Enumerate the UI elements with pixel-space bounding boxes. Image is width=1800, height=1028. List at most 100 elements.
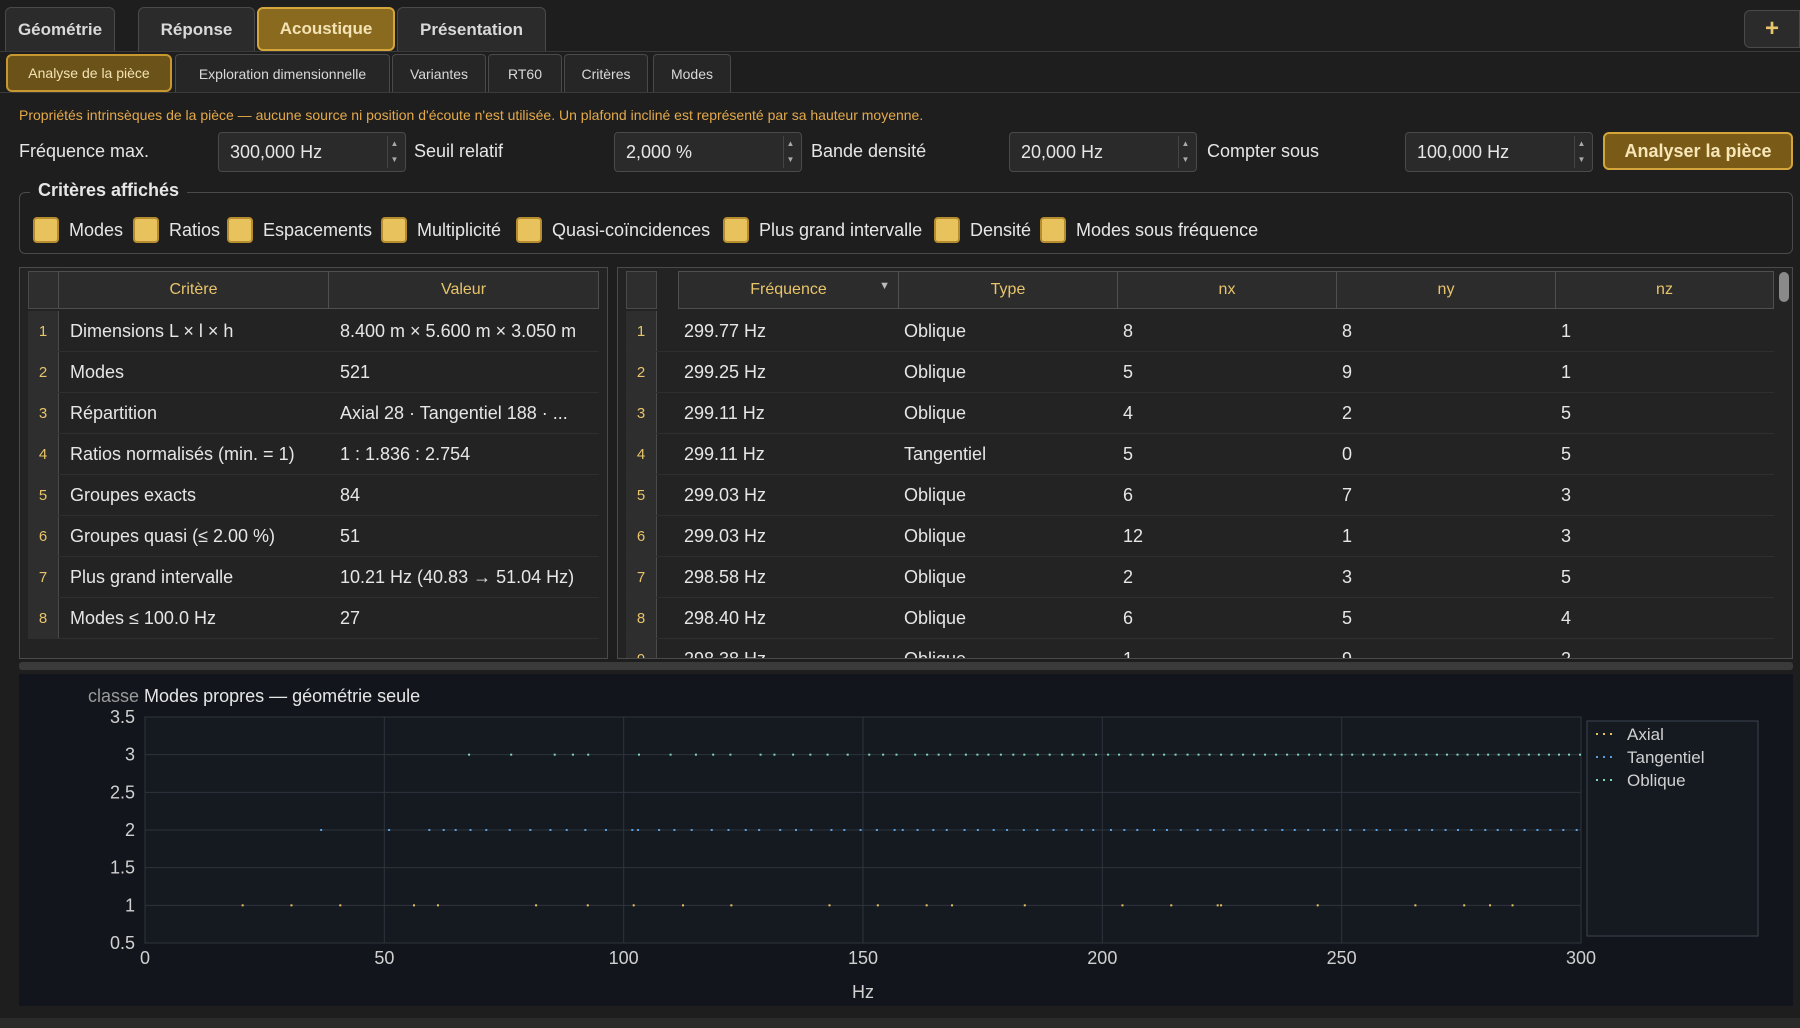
data-point-oblique [1197,753,1200,756]
data-point-tangentiel [1153,829,1156,831]
data-point-axial [241,904,244,907]
data-point-oblique [1208,753,1211,756]
data-point-tangentiel [1092,829,1095,831]
legend-label: Axial [1627,725,1664,744]
y-tick-label: 3.5 [110,707,135,727]
data-point-oblique [1141,753,1144,756]
data-point-oblique [571,753,574,756]
data-point-oblique [809,753,812,756]
data-point-oblique [1107,753,1110,756]
x-tick-label: 150 [848,948,878,968]
data-point-oblique [964,753,967,756]
x-tick-label: 300 [1566,948,1596,968]
data-point-oblique [1071,753,1074,756]
y-tick-label: 0.5 [110,933,135,953]
data-point-tangentiel [744,829,747,831]
data-point-tangentiel [1562,829,1565,831]
data-point-tangentiel [320,829,323,831]
x-tick-label: 0 [140,948,150,968]
data-point-oblique [1242,753,1245,756]
data-point-tangentiel [1349,829,1352,831]
data-point-oblique [637,753,640,756]
data-point-tangentiel [992,829,995,831]
data-point-tangentiel [1022,829,1025,831]
modes-scatter-chart[interactable]: 0 50 100 150 200 250 300 0.5 1 1.5 2 2.5 3 3.5 Hz Axial… [0,0,1800,1028]
data-point-oblique [1497,753,1500,756]
data-point-tangentiel [428,829,431,831]
data-point-oblique [1095,753,1098,756]
data-point-axial [1463,904,1466,907]
data-point-oblique [1340,753,1343,756]
data-point-oblique [1230,753,1233,756]
data-point-oblique [1362,753,1365,756]
data-point-axial [1170,904,1173,907]
data-point-axial [1220,904,1223,907]
data-point-oblique [1275,753,1278,756]
data-point-oblique [1118,753,1121,756]
data-point-oblique [1372,753,1375,756]
data-point-oblique [712,753,715,756]
data-point-oblique [1404,753,1407,756]
data-point-axial [339,904,342,907]
data-point-axial [1121,904,1124,907]
data-point-tangentiel [1209,829,1212,831]
data-point-oblique [882,753,885,756]
data-point-axial [586,904,589,907]
data-point-oblique [949,753,952,756]
data-point-oblique [1487,753,1490,756]
data-point-oblique [1048,753,1051,756]
data-point-oblique [669,753,672,756]
data-point-oblique [976,753,979,756]
data-point-oblique [1329,753,1332,756]
data-point-oblique [1383,753,1386,756]
legend-label: Oblique [1627,771,1686,790]
data-point-tangentiel [1510,829,1513,831]
data-point-oblique [937,753,940,756]
data-point-tangentiel [893,829,896,831]
data-point-axial [535,904,538,907]
data-point-tangentiel [1065,829,1068,831]
data-point-oblique [729,753,732,756]
data-point-oblique [1456,753,1459,756]
data-point-tangentiel [1363,829,1366,831]
data-point-tangentiel [963,829,966,831]
data-point-tangentiel [794,829,797,831]
data-point-axial [1414,904,1417,907]
y-tick-label: 2.5 [110,782,135,802]
data-point-axial [682,904,685,907]
data-point-oblique [1152,753,1155,756]
data-point-oblique [587,753,590,756]
data-point-tangentiel [875,829,878,831]
data-point-tangentiel [1575,829,1578,831]
data-point-tangentiel [1523,829,1526,831]
data-point-tangentiel [830,829,833,831]
data-point-oblique [1425,753,1428,756]
y-tick-label: 2 [125,820,135,840]
data-point-tangentiel [1123,829,1126,831]
data-point-axial [925,904,928,907]
data-point-tangentiel [758,829,761,831]
data-point-axial [1023,904,1026,907]
data-point-tangentiel [1136,829,1139,831]
x-axis-label: Hz [852,982,874,1002]
data-point-tangentiel [1496,829,1499,831]
data-point-axial [828,904,831,907]
data-point-axial [413,904,416,907]
data-point-tangentiel [1293,829,1296,831]
data-point-tangentiel [469,829,472,831]
status-bar [0,1018,1800,1028]
data-point-tangentiel [1307,829,1310,831]
data-point-tangentiel [1036,829,1039,831]
data-point-axial [1489,904,1492,907]
data-point-oblique [895,753,898,756]
data-point-tangentiel [673,829,676,831]
data-point-tangentiel [727,829,730,831]
data-point-tangentiel [1222,829,1225,831]
data-point-oblique [694,753,697,756]
data-point-oblique [1568,753,1571,756]
data-point-oblique [826,753,829,756]
data-point-oblique [1308,753,1311,756]
data-point-tangentiel [1431,829,1434,831]
x-tick-label: 250 [1327,948,1357,968]
data-point-tangentiel [1456,829,1459,831]
